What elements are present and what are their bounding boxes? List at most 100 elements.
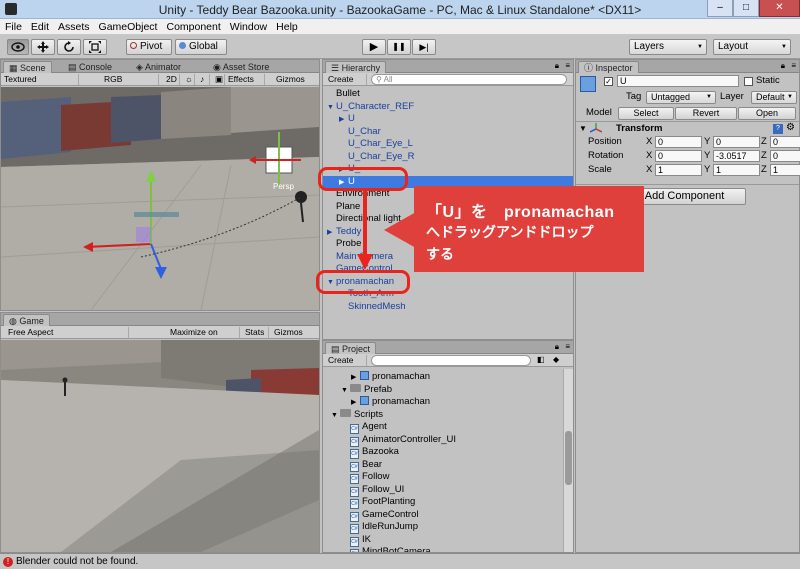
menu-gameobject[interactable]: GameObject: [94, 19, 162, 34]
model-revert-button[interactable]: Revert: [675, 107, 737, 120]
layout-dropdown[interactable]: Layout: [713, 39, 791, 55]
project-scroll-thumb[interactable]: [565, 431, 572, 485]
static-checkbox[interactable]: [744, 77, 753, 86]
menu-help[interactable]: Help: [271, 19, 302, 34]
menu-assets[interactable]: Assets: [53, 19, 94, 34]
filter-by-type-icon[interactable]: ◧: [537, 355, 545, 364]
active-checkbox[interactable]: ✓: [604, 77, 613, 86]
tab-hierarchy[interactable]: ☰ Hierarchy: [325, 61, 387, 73]
aspect-dropdown[interactable]: Free Aspect: [5, 327, 129, 338]
hierarchy-item[interactable]: Bullet: [323, 88, 573, 100]
foldout-arrow-icon[interactable]: ▼: [341, 385, 350, 397]
axis-label-y[interactable]: Y: [704, 136, 710, 148]
project-create-dropdown[interactable]: Create: [325, 355, 367, 366]
tab-project[interactable]: ▤ Project: [325, 342, 377, 354]
tag-dropdown[interactable]: Untagged: [646, 91, 716, 104]
menu-window[interactable]: Window: [225, 19, 271, 34]
move-tool-icon[interactable]: [31, 39, 55, 55]
rotate-tool-icon[interactable]: [57, 39, 81, 55]
project-item[interactable]: C# Agent: [323, 421, 561, 434]
project-item[interactable]: C#MindBotCamera: [323, 546, 561, 552]
transform-foldout-icon[interactable]: ▼: [579, 124, 587, 133]
tab-animator[interactable]: ◈ Animator: [131, 61, 186, 73]
tab-scene[interactable]: ▦ Scene: [3, 61, 52, 73]
game-viewport[interactable]: [1, 340, 319, 552]
render-mode-dropdown[interactable]: RGB: [101, 74, 159, 85]
transform-x-field[interactable]: 0: [655, 136, 702, 148]
axis-label-z[interactable]: Z: [761, 164, 767, 176]
scale-tool-icon[interactable]: [83, 39, 107, 55]
transform-y-field[interactable]: 1: [713, 164, 760, 176]
axis-label-x[interactable]: X: [646, 150, 652, 162]
foldout-arrow-icon[interactable]: ▶: [339, 114, 348, 126]
project-item[interactable]: C# IdleRunJump: [323, 521, 561, 534]
project-item[interactable]: C# Bazooka: [323, 446, 561, 459]
hierarchy-item[interactable]: U_Char_Eye_L: [323, 138, 573, 150]
axis-label-x[interactable]: X: [646, 136, 652, 148]
pause-button[interactable]: ❚❚: [387, 39, 411, 55]
foldout-arrow-icon[interactable]: ▶: [351, 372, 360, 384]
maximize-on-play-toggle[interactable]: Maximize on Play: [167, 327, 240, 348]
axis-label-y[interactable]: Y: [704, 150, 710, 162]
hierarchy-item[interactable]: ▼ U_Character_REF: [323, 101, 573, 113]
hierarchy-item[interactable]: U_Char: [323, 126, 573, 138]
effects-dropdown[interactable]: Effects: [225, 74, 265, 85]
foldout-arrow-icon[interactable]: ▶: [351, 397, 360, 409]
layer-dropdown[interactable]: Default: [751, 91, 797, 104]
gizmos-dropdown[interactable]: Gizmos: [273, 74, 307, 85]
play-button[interactable]: ▶: [362, 39, 386, 55]
project-item[interactable]: C# AnimatorController_UI: [323, 434, 561, 447]
shading-mode-dropdown[interactable]: Textured: [1, 74, 79, 85]
tab-game[interactable]: ◍ Game: [3, 314, 50, 326]
project-item[interactable]: C# FootPlanting: [323, 496, 561, 509]
foldout-arrow-icon[interactable]: ▶: [327, 227, 336, 239]
game-gizmos-dropdown[interactable]: Gizmos: [271, 327, 307, 338]
inspector-lock-icon[interactable]: 🔒︎: [781, 61, 785, 71]
model-select-button[interactable]: Select: [618, 107, 674, 120]
project-item[interactable]: ▼ Scripts: [323, 408, 561, 422]
project-menu-icon[interactable]: ≡: [565, 342, 570, 351]
filter-by-label-icon[interactable]: ◆: [553, 355, 559, 364]
view-tool-eye-icon[interactable]: [7, 39, 29, 55]
axis-label-y[interactable]: Y: [704, 164, 710, 176]
project-item[interactable]: ▼ Prefab: [323, 383, 561, 397]
close-button[interactable]: ✕: [759, 0, 800, 17]
foldout-arrow-icon[interactable]: ▼: [331, 410, 340, 422]
menu-file[interactable]: File: [0, 19, 26, 34]
model-open-button[interactable]: Open: [738, 107, 796, 120]
project-item[interactable]: C# GameControl: [323, 509, 561, 522]
project-item[interactable]: C# Bear: [323, 459, 561, 472]
menu-component[interactable]: Component: [161, 19, 224, 34]
project-item[interactable]: C# Follow: [323, 471, 561, 484]
transform-z-field[interactable]: 0: [770, 150, 800, 162]
step-button[interactable]: ▶|: [412, 39, 436, 55]
2d-toggle[interactable]: 2D: [163, 74, 180, 85]
object-name-field[interactable]: U: [617, 75, 739, 87]
hierarchy-item[interactable]: SkinnedMesh: [323, 301, 573, 313]
axis-label-z[interactable]: Z: [761, 136, 767, 148]
project-lock-icon[interactable]: 🔒︎: [555, 342, 559, 352]
menu-edit[interactable]: Edit: [26, 19, 53, 34]
hierarchy-item[interactable]: U_Char_Eye_R: [323, 151, 573, 163]
image-toggle-icon[interactable]: ▣: [212, 74, 225, 85]
status-message[interactable]: Blender could not be found.: [16, 556, 138, 567]
lock-icon[interactable]: 🔒︎: [555, 61, 559, 71]
minimize-button[interactable]: –: [707, 0, 733, 17]
lighting-toggle-icon[interactable]: ☼: [182, 74, 195, 85]
transform-z-field[interactable]: 1: [770, 164, 800, 176]
project-item[interactable]: ▶ pronamachan: [323, 371, 561, 383]
transform-y-field[interactable]: -3.0517: [713, 150, 760, 162]
project-scrollbar[interactable]: [563, 369, 573, 552]
scene-viewport[interactable]: Persp: [1, 87, 319, 310]
project-item[interactable]: C# IK: [323, 534, 561, 547]
panel-menu-icon[interactable]: ≡: [565, 61, 570, 70]
tab-asset-store[interactable]: ◉ Asset Store: [208, 61, 274, 73]
hierarchy-create-dropdown[interactable]: Create: [325, 74, 367, 85]
audio-toggle-icon[interactable]: ♪: [197, 74, 210, 85]
tab-inspector[interactable]: ⓘ Inspector: [578, 61, 639, 73]
stats-toggle[interactable]: Stats: [242, 327, 269, 338]
global-toggle[interactable]: Global: [175, 39, 227, 55]
axis-label-z[interactable]: Z: [761, 150, 767, 162]
hierarchy-item[interactable]: ▶ U: [323, 113, 573, 125]
project-item[interactable]: ▶ pronamachan: [323, 396, 561, 408]
